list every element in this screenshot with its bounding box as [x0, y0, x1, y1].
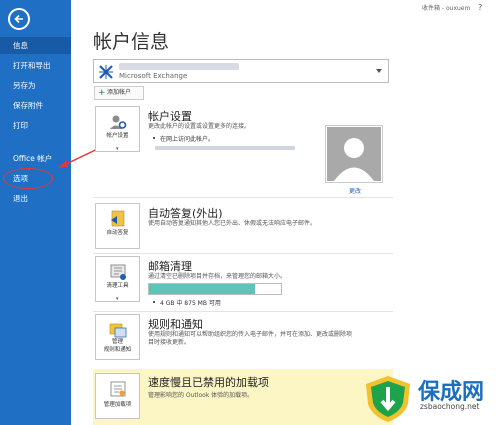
chevron-down-icon: ▾ — [116, 146, 119, 152]
mailbox-cleanup-title: 邮箱清理 — [148, 260, 192, 273]
account-settings-desc: 更改此帐户的设置或设置更多的连接。 — [148, 123, 251, 130]
help-button[interactable]: ? — [478, 3, 482, 12]
web-access-link-blurred[interactable] — [155, 146, 295, 150]
cleanup-tools-icon — [110, 264, 126, 280]
rules-desc-line1: 使用规则和通知可以帮助组织您的传入电子邮件，并可在添加、更改或删除项 — [148, 331, 353, 338]
chevron-down-icon — [376, 69, 382, 73]
mailbox-quota-text: 4 GB 中 875 MB 可用 — [153, 300, 221, 307]
divider — [93, 311, 393, 312]
manage-addins-button[interactable]: 管理加载项 — [95, 373, 140, 419]
divider — [93, 253, 393, 254]
auto-reply-title: 自动答复(外出) — [148, 207, 223, 220]
plus-icon: + — [98, 88, 106, 98]
add-account-button[interactable]: + 添加帐户 — [94, 86, 144, 100]
chevron-down-icon: ▾ — [116, 296, 119, 302]
add-account-label: 添加帐户 — [107, 89, 132, 96]
page-title: 帐户信息 — [93, 31, 170, 53]
auto-reply-desc: 使用自动答复通知其他人您已外出、休假或无法响应电子邮件。 — [148, 220, 317, 227]
account-type: Microsoft Exchange — [119, 72, 188, 80]
slow-addins-title: 速度慢且已禁用的加载项 — [148, 376, 269, 389]
manage-rules-tile-line2: 规则和通知 — [103, 347, 132, 353]
account-settings-tile-label: 帐户设置 — [106, 133, 129, 139]
sidebar-item-exit[interactable]: 退出 — [0, 190, 71, 207]
profile-picture[interactable] — [325, 125, 383, 183]
annotation-oval — [3, 168, 53, 189]
change-photo-link[interactable]: 更改 — [349, 186, 361, 195]
back-arrow-icon — [14, 14, 23, 24]
rules-icon — [109, 323, 127, 338]
cleanup-tools-tile-label: 清理工具 — [106, 283, 129, 289]
sidebar: 信息 打开和导出 另存为 保存附件 打印 Office 帐户 选项 退出 — [0, 0, 71, 425]
sidebar-item-save-attachments[interactable]: 保存附件 — [0, 97, 71, 114]
account-settings-icon — [110, 115, 127, 129]
cleanup-tools-button[interactable]: 清理工具 ▾ — [95, 256, 140, 302]
account-name-blurred — [119, 63, 239, 70]
watermark: 保成网 zsbaochong.net — [360, 370, 500, 425]
account-settings-title: 帐户设置 — [148, 110, 192, 123]
manage-rules-tile-line1: 管理 — [111, 339, 123, 345]
sidebar-item-save-as[interactable]: 另存为 — [0, 77, 71, 94]
sidebar-item-info[interactable]: 信息 — [0, 37, 71, 54]
back-button[interactable] — [8, 8, 30, 30]
exchange-icon — [99, 65, 113, 79]
mailbox-quota-fill — [149, 284, 255, 294]
shield-logo-icon — [366, 376, 410, 422]
rules-title: 规则和通知 — [148, 318, 203, 331]
rules-desc-line2: 目时接收更新。 — [148, 339, 191, 346]
auto-reply-icon — [111, 210, 125, 227]
sidebar-item-print[interactable]: 打印 — [0, 117, 71, 134]
user-silhouette-icon — [327, 127, 381, 181]
manage-rules-button[interactable]: 管理 规则和通知 — [95, 314, 140, 360]
sidebar-item-office-account[interactable]: Office 帐户 — [0, 150, 71, 167]
web-access-bullet: 在网上访问此帐户。 — [152, 136, 215, 143]
divider — [93, 197, 393, 198]
slow-addins-panel: 管理加载项 速度慢且已禁用的加载项 管理影响您的 Outlook 体验的加载项。 — [93, 369, 393, 425]
auto-reply-tile-label: 自动答复 — [106, 230, 129, 236]
mailbox-quota-bar — [148, 283, 282, 295]
account-selector[interactable]: Microsoft Exchange — [93, 59, 389, 83]
account-settings-button[interactable]: 帐户设置 ▾ — [95, 106, 140, 152]
watermark-site: zsbaochong.net — [420, 402, 480, 411]
auto-reply-button[interactable]: 自动答复 — [95, 203, 140, 249]
manage-addins-tile-label: 管理加载项 — [103, 402, 132, 408]
mailbox-cleanup-desc: 通过清空已删除项目并存档，来管理您的邮箱大小。 — [148, 273, 287, 280]
slow-addins-desc: 管理影响您的 Outlook 体验的加载项。 — [148, 392, 254, 399]
sidebar-item-open-export[interactable]: 打开和导出 — [0, 57, 71, 74]
window-user-text: 收件箱 - ouxuem — [422, 5, 471, 12]
addins-icon — [110, 381, 126, 397]
